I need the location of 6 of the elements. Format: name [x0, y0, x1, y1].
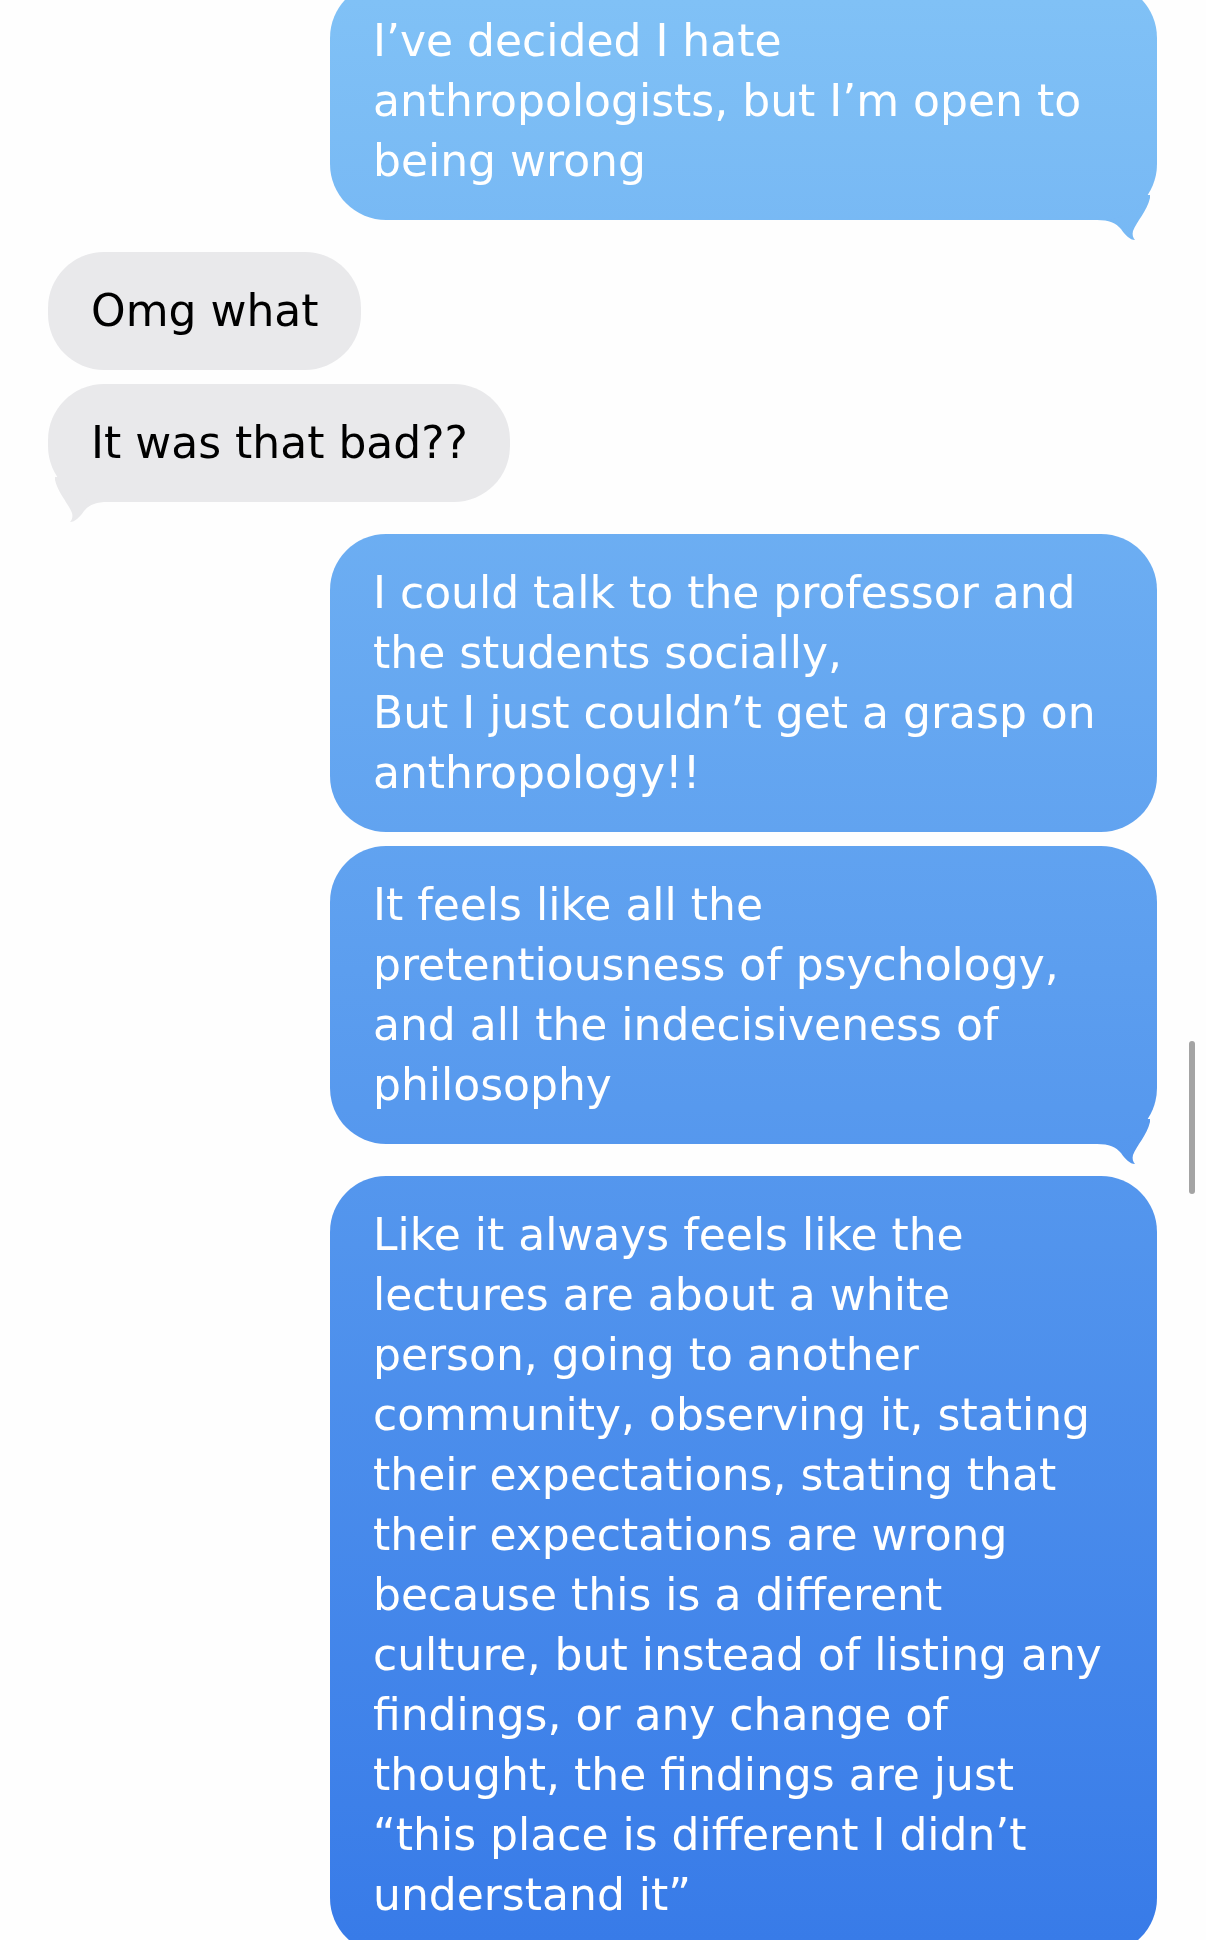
message-text: Omg what — [91, 284, 319, 338]
message-text: Like it always feels like the lectures are about a white person, going to another community, observing it, stating their expectations, stating that their expectations are wrong because this is a different culture, but instead of listing any findings, or any change of thought, the findings are just “this place is different I didn’t understand it” — [373, 1208, 1103, 1922]
message-text: It feels like all the pretentiousness of psychology, and all the indecisiveness of philosophy — [373, 878, 1060, 1112]
message-text: It was that bad?? — [91, 416, 468, 470]
message-text: I’ve decided I hate anthropologists, but I’m open to being wrong — [373, 14, 1083, 188]
message-text: I could talk to the professor and the students socially, But I just couldn’t get a grasp on anthropology!! — [373, 566, 1097, 800]
